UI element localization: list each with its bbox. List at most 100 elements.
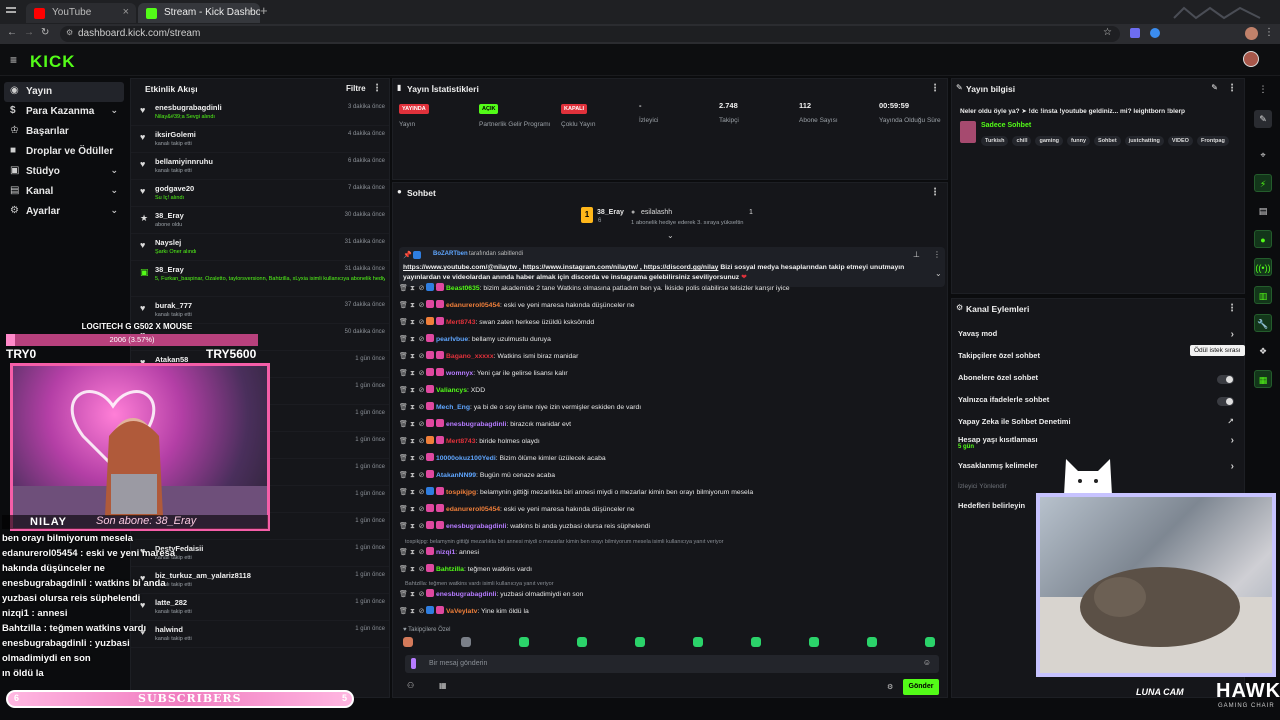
channel-action-row[interactable]: Abonelere özel sohbet [958,373,1240,393]
chevron-right-icon[interactable]: › [1231,435,1234,446]
activity-user[interactable]: latte_282 [155,598,187,607]
ban-icon[interactable]: ⊘ [417,505,426,513]
chat-username[interactable]: edanurerol05454 [446,302,500,309]
forward-arrow-icon[interactable]: → [24,27,34,38]
timeout-icon[interactable]: ⧗ [408,489,417,497]
ban-icon[interactable]: ⊘ [417,420,426,428]
kebab-menu-icon[interactable]: ⋮ [1227,83,1237,94]
sidebar-item-basarilar[interactable]: ♔ Başarılar [0,122,128,142]
ban-icon[interactable]: ⊘ [417,352,426,360]
external-link-icon[interactable]: ↗ [1227,417,1234,426]
tag-chip[interactable]: Frontpag [1196,136,1229,146]
chat-message[interactable]: 🗑 ⧗ ⊘ enesbugrabagdinli: yuzbasi olmadimiyd… [399,589,939,605]
chat-username[interactable]: Valiancys [436,387,467,394]
trash-icon[interactable]: 🗑 [399,590,408,598]
timeout-icon[interactable]: ⧗ [408,472,417,480]
toggle-switch[interactable] [1217,397,1234,406]
activity-item[interactable]: ♥ burak_777 kanalı takip etti 37 dakika önc… [131,297,389,324]
emote-icon[interactable] [751,637,761,647]
chat-message[interactable]: 🗑 ⧗ ⊘ Mert8743: biride holmes olaydı [399,436,939,452]
activity-item[interactable]: ♥ godgave20 Su İç! alındı 7 dakika önce [131,180,389,207]
ban-icon[interactable]: ⊘ [417,335,426,343]
top-gifter-name[interactable]: 38_Eray [597,209,624,216]
chat-message[interactable]: 🗑 ⧗ ⊘ edanurerol05454: eski ve yeni maresa … [399,504,939,520]
channel-action-row[interactable]: Yapay Zeka ile Sohbet Denetimi ↗ [958,417,1240,437]
lightning-icon[interactable]: ⚡ [1254,174,1272,192]
timeout-icon[interactable]: ⧗ [408,438,417,446]
profile-avatar[interactable] [1245,27,1258,40]
second-gifter-name[interactable]: esilalashh [641,209,672,216]
timeout-icon[interactable]: ⧗ [408,455,417,463]
tag-chip[interactable]: VIDEO [1167,136,1193,146]
trash-icon[interactable]: 🗑 [399,522,408,530]
trash-icon[interactable]: 🗑 [399,386,408,394]
back-arrow-icon[interactable]: ← [7,27,17,38]
sidebar-item-para-kazanma[interactable]: $ Para Kazanma ⌄ [0,102,128,122]
timeout-icon[interactable]: ⧗ [408,608,417,616]
ban-icon[interactable]: ⊘ [417,548,426,556]
activity-item[interactable]: ♥ biz_turkuz_am_yalariz8118 kanalı takip e… [131,567,389,594]
ban-icon[interactable]: ⊘ [417,590,426,598]
timeout-icon[interactable]: ⧗ [408,549,417,557]
activity-item[interactable]: ♥ enesbugrabagdinli Nilay&#39;a Sevgi alın… [131,99,389,126]
trash-icon[interactable]: 🗑 [399,607,408,615]
bookmark-star-icon[interactable]: ☆ [1103,27,1112,38]
timeout-icon[interactable]: ⧗ [408,302,417,310]
trash-icon[interactable]: 🗑 [399,352,408,360]
reload-icon[interactable]: ↻ [41,27,49,38]
activity-item[interactable]: ♥ halwind kanalı takip etti 1 gün önce [131,621,389,648]
chat-message[interactable]: 🗑 ⧗ ⊘ Bagano_xxxxx: Watkins ismi biraz mani… [399,351,939,367]
tab-kick-dashboard[interactable]: Stream - Kick Dashboard × [138,3,260,23]
chat-message[interactable]: 🗑 ⧗ ⊘ enesbugrabagdinli: birazcık manidar e… [399,419,939,435]
activity-item[interactable]: ♥ Nayslej Şarkı Öner alındı 31 dakika önce [131,234,389,261]
ban-icon[interactable]: ⊘ [417,301,426,309]
sidebar-item-studyo[interactable]: ▣ Stüdyo ⌄ [0,162,128,182]
activity-item[interactable]: ▣ 38_Eray 5, Furkan_baspinar, Ozaletto, ta… [131,261,389,297]
tag-chip[interactable]: justchatting [1124,136,1164,146]
emoji-icon[interactable]: ☺ [923,658,931,667]
chat-username[interactable]: VaVeylatv [446,608,477,615]
emote-icon[interactable] [693,637,703,647]
hamburger-menu-icon[interactable]: ≡ [10,53,17,67]
extension-icon[interactable] [1130,28,1140,38]
channel-action-row[interactable]: Yalnızca ifadelerle sohbet [958,395,1240,415]
send-button[interactable]: Gönder [903,679,939,695]
trash-icon[interactable]: 🗑 [399,318,408,326]
tag-chip[interactable]: gaming [1035,136,1064,146]
timeout-icon[interactable]: ⧗ [408,523,417,531]
ban-icon[interactable]: ⊘ [417,318,426,326]
ban-icon[interactable]: ⊘ [417,369,426,377]
chat-message[interactable]: 🗑 ⧗ ⊘ tospikjpg: belamynin gittiği mezarlık… [399,487,939,503]
activity-user[interactable]: godgave20 [155,184,194,193]
ban-icon[interactable]: ⊘ [417,565,426,573]
emote-icon[interactable] [635,637,645,647]
emote-icon[interactable] [925,637,935,647]
trash-icon[interactable]: 🗑 [399,403,408,411]
chat-username[interactable]: edanurerol05454 [446,506,500,513]
activity-item[interactable]: ★ 38_Eray abone oldu 30 dakika önce [131,207,389,234]
timeout-icon[interactable]: ⧗ [408,370,417,378]
kebab-menu-icon[interactable]: ⋮ [933,250,941,259]
trash-icon[interactable]: 🗑 [399,301,408,309]
url-field[interactable]: ⚙ dashboard.kick.com/stream ☆ [60,26,1120,42]
chat-bubble-icon[interactable]: ● [1254,230,1272,248]
trash-icon[interactable]: 🗑 [399,369,408,377]
tag-chip[interactable]: funny [1067,136,1091,146]
trash-icon[interactable]: 🗑 [399,505,408,513]
chat-username[interactable]: Beast0635 [446,285,480,292]
layout-icon[interactable]: ▥ [1254,286,1272,304]
timeout-icon[interactable]: ⧗ [408,353,417,361]
chat-username[interactable]: Mech_Eng [436,404,470,411]
ban-icon[interactable]: ⊘ [417,437,426,445]
category-link[interactable]: Sadece Sohbet [981,122,1031,129]
trash-icon[interactable]: 🗑 [399,284,408,292]
chat-message[interactable]: 🗑 ⧗ ⊘ 10000okuz100Yedi: Bizim ölüme kimler … [399,453,939,469]
browser-menu-icon[interactable] [6,6,16,16]
trash-icon[interactable]: 🗑 [399,471,408,479]
chevron-down-icon[interactable]: ⌄ [667,231,674,240]
calendar-icon[interactable]: ▦ [439,681,447,690]
document-icon[interactable]: ▤ [1254,202,1272,220]
chat-input-box[interactable]: Bir mesaj gönderin ☺ [405,655,939,673]
chat-message[interactable]: 🗑 ⧗ ⊘ womnyx: Yeni çar ile gelirse lisansı … [399,368,939,384]
chat-username[interactable]: enesbugrabagdinli [436,591,496,598]
